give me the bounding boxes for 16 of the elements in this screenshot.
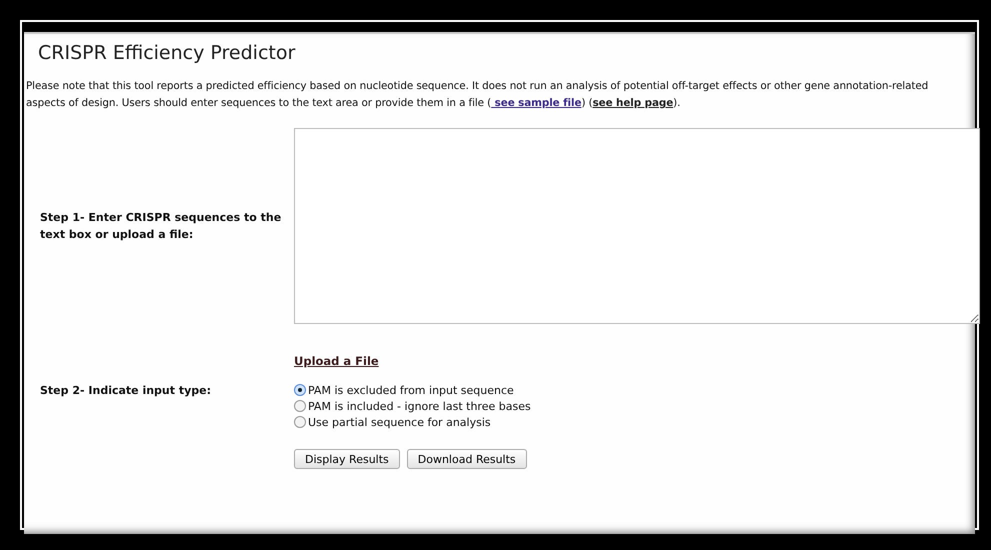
- option-label: PAM is included - ignore last three bases: [308, 400, 531, 412]
- upload-file-link[interactable]: Upload a File: [294, 354, 379, 368]
- option-label: PAM is excluded from input sequence: [308, 384, 514, 396]
- radio-button[interactable]: [294, 400, 306, 412]
- radio-button[interactable]: [294, 384, 306, 396]
- step-label: Step 2- Indicate input type:: [39, 383, 212, 399]
- page-title: CRISPR Efficiency Predictor: [38, 41, 296, 64]
- sequence-input-field[interactable]: [294, 128, 980, 324]
- option-label: Use partial sequence for analysis: [308, 416, 491, 428]
- intro-paragraph: Please note that this tool reports a predicted efficiency based on nucleotide sequence. It does not run an analysis of potential off-target effects or other gene annotation-related aspects of design. Users should enter sequences to the text area or provide them in a file ( see sample file) (see help page).: [26, 79, 930, 111]
- link[interactable]: see help page: [592, 97, 674, 109]
- link[interactable]: see sample file: [491, 97, 582, 109]
- step-label: Step 1- Enter CRISPR sequences to the text box or upload a file:: [39, 210, 282, 243]
- results-button[interactable]: Download Results: [406, 449, 527, 469]
- results-button[interactable]: Display Results: [294, 449, 400, 469]
- radio-button[interactable]: [294, 416, 306, 428]
